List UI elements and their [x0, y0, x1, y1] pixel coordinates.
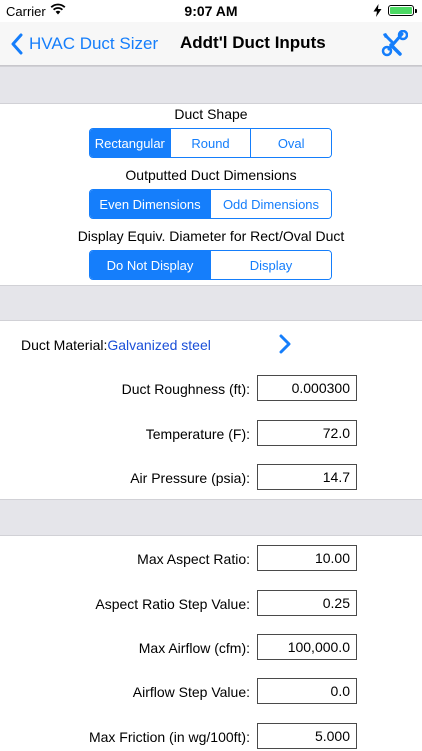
max-airflow-label: Max Airflow (cfm):: [138, 640, 250, 656]
equiv-diameter-caption: Display Equiv. Diameter for Rect/Oval Du…: [77, 228, 345, 244]
status-bar: Carrier 9:07 AM: [0, 0, 422, 22]
section-separator: [0, 499, 422, 536]
max-aspect-ratio-input[interactable]: [257, 545, 357, 571]
section-separator: [0, 66, 422, 104]
duct-shape-caption: Duct Shape: [174, 106, 248, 122]
charging-bolt-icon: [373, 4, 382, 17]
output-dimensions-option-even[interactable]: Even Dimensions: [90, 190, 210, 218]
output-dimensions-option-odd[interactable]: Odd Dimensions: [210, 190, 331, 218]
equiv-diameter-option-do-not-display[interactable]: Do Not Display: [90, 251, 210, 279]
airflow-step-input[interactable]: [257, 678, 357, 704]
page-title: Addt'l Duct Inputs: [180, 33, 326, 52]
equiv-diameter-segmented-control: Do Not Display Display: [89, 250, 332, 280]
back-button-label: HVAC Duct Sizer: [29, 34, 159, 53]
duct-shape-option-oval[interactable]: Oval: [250, 129, 331, 157]
duct-shape-segmented-control: Rectangular Round Oval: [89, 128, 332, 158]
duct-material-label: Duct Material:: [21, 337, 108, 353]
airflow-step-label: Airflow Step Value:: [132, 684, 250, 700]
max-airflow-row: Max Airflow (cfm):: [0, 634, 422, 662]
duct-roughness-row: Duct Roughness (ft):: [0, 375, 422, 403]
battery-icon: [388, 5, 417, 16]
equiv-diameter-option-display[interactable]: Display: [210, 251, 331, 279]
section-separator: [0, 285, 422, 321]
duct-shape-option-rectangular[interactable]: Rectangular: [90, 129, 170, 157]
duct-roughness-input[interactable]: [257, 375, 357, 401]
max-aspect-ratio-label: Max Aspect Ratio:: [137, 551, 250, 567]
duct-shape-option-round[interactable]: Round: [169, 129, 251, 157]
output-dimensions-segmented-control: Even Dimensions Odd Dimensions: [89, 189, 332, 219]
chevron-left-icon: [11, 33, 23, 55]
max-friction-row: Max Friction (in wg/100ft):: [0, 723, 422, 751]
duct-material-row[interactable]: Duct Material:Galvanized steel: [0, 330, 422, 360]
temperature-input[interactable]: [257, 420, 357, 446]
temperature-label: Temperature (F):: [145, 426, 250, 442]
air-pressure-row: Air Pressure (psia):: [0, 464, 422, 492]
clock-time: 9:07 AM: [184, 3, 238, 19]
aspect-ratio-step-row: Aspect Ratio Step Value:: [0, 590, 422, 618]
max-airflow-input[interactable]: [257, 634, 357, 660]
aspect-ratio-step-input[interactable]: [257, 590, 357, 616]
aspect-ratio-step-label: Aspect Ratio Step Value:: [95, 596, 250, 612]
air-pressure-input[interactable]: [257, 464, 357, 490]
air-pressure-label: Air Pressure (psia):: [130, 470, 250, 486]
navigation-bar: HVAC Duct Sizer Addt'l Duct Inputs: [0, 22, 422, 66]
max-aspect-ratio-row: Max Aspect Ratio:: [0, 545, 422, 573]
back-button[interactable]: HVAC Duct Sizer: [10, 30, 158, 58]
temperature-row: Temperature (F):: [0, 420, 422, 448]
duct-material-value: Galvanized steel: [107, 337, 211, 353]
chevron-right-icon: [279, 334, 291, 354]
max-friction-input[interactable]: [257, 723, 357, 749]
output-dimensions-caption: Outputted Duct Dimensions: [125, 167, 297, 183]
airflow-step-row: Airflow Step Value:: [0, 678, 422, 706]
duct-roughness-label: Duct Roughness (ft):: [121, 381, 250, 397]
duct-material-text: Duct Material:Galvanized steel: [21, 337, 211, 353]
max-friction-label: Max Friction (in wg/100ft):: [88, 729, 250, 745]
tools-icon[interactable]: [380, 30, 408, 58]
